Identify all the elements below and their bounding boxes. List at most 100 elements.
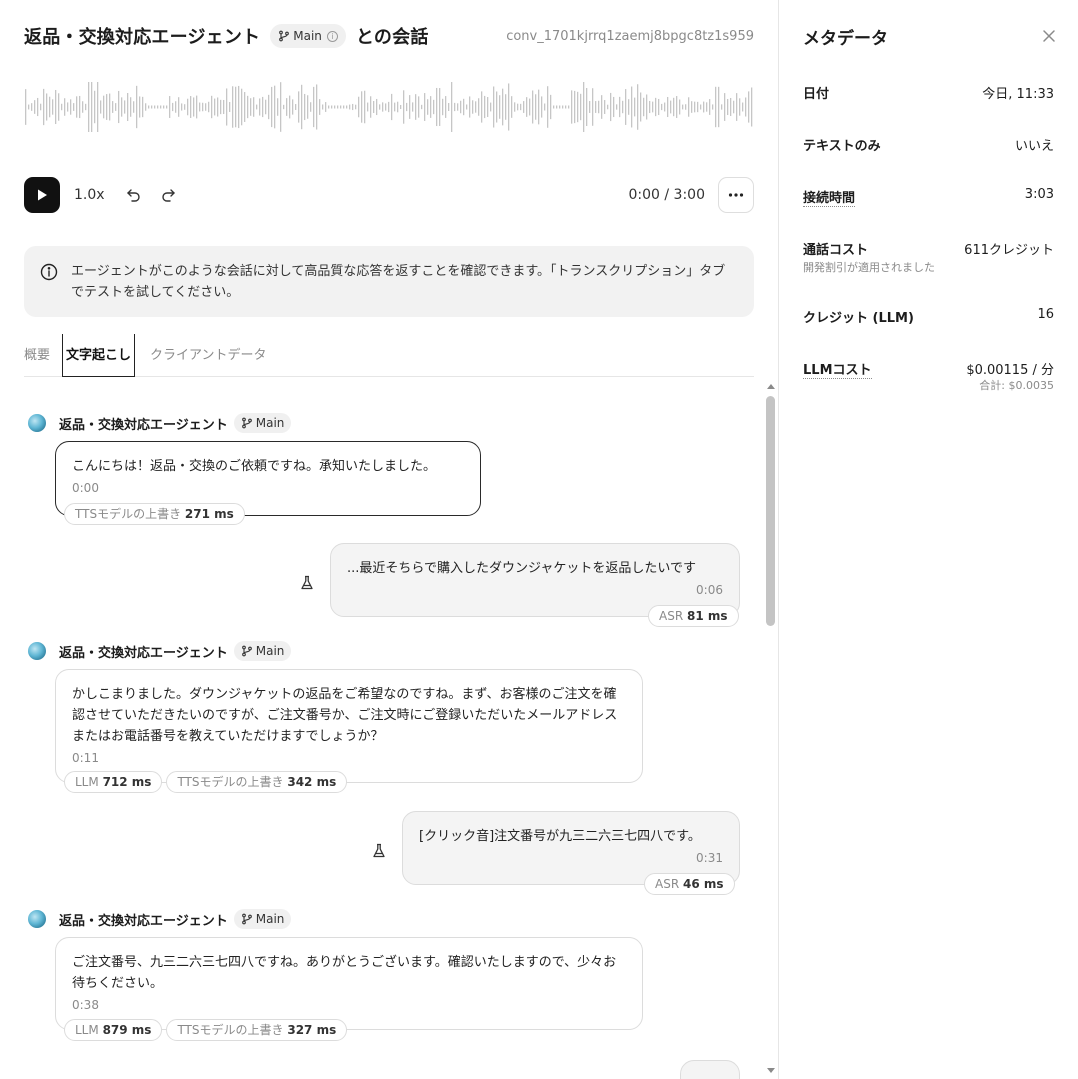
playback-speed[interactable]: 1.0x: [74, 187, 105, 203]
waveform-bar: [220, 99, 222, 115]
waveform-bar: [136, 85, 138, 129]
message-metrics: LLM 879 ms TTSモデルの上書き 327 ms: [64, 1019, 348, 1041]
waveform-bar: [643, 97, 645, 117]
waveform-bar: [538, 89, 540, 125]
avatar: [28, 414, 46, 432]
message-timestamp[interactable]: 0:31: [419, 851, 723, 865]
agent-message-bubble[interactable]: かしこまりました。ダウンジャケットの返品をご希望なのですね。まず、お客様のご注文…: [55, 669, 643, 783]
waveform-bar: [355, 104, 357, 110]
waveform-bar: [367, 102, 369, 112]
waveform-bar: [190, 96, 192, 118]
waveform-bar: [232, 86, 234, 128]
more-options-button[interactable]: [718, 177, 754, 213]
waveform-bar: [469, 96, 471, 118]
waveform-bar: [742, 102, 744, 112]
waveform-bar: [628, 99, 630, 115]
agent-header: 返品・交換対応エージェント Main: [28, 641, 301, 661]
waveform-bar: [406, 102, 408, 112]
waveform-bar: [82, 101, 84, 113]
waveform-bar: [64, 98, 66, 116]
waveform-bar: [283, 104, 285, 110]
waveform-bar: [262, 96, 264, 118]
waveform-bar: [37, 97, 39, 117]
tab-transcript[interactable]: 文字起こし: [62, 334, 136, 377]
tab-client-data[interactable]: クライアントデータ: [150, 334, 266, 377]
waveform-bar: [556, 105, 558, 109]
waveform-bar: [106, 94, 108, 120]
meta-value: 16: [1037, 307, 1054, 322]
meta-label[interactable]: LLMコスト: [803, 359, 872, 379]
waveform-bar: [142, 96, 144, 118]
scrollbar-thumb[interactable]: [766, 396, 775, 626]
scroll-down-icon[interactable]: [766, 1066, 776, 1076]
scroll-up-icon[interactable]: [766, 381, 776, 391]
meta-label[interactable]: 接続時間: [803, 187, 856, 207]
branch-badge[interactable]: Main i: [270, 24, 346, 48]
message-text: かしこまりました。ダウンジャケットの返品をご希望なのですね。まず、お客様のご注文…: [72, 687, 618, 744]
play-button[interactable]: [24, 177, 60, 213]
metric-chip: TTSモデルの上書き 327 ms: [166, 1019, 348, 1041]
message-timestamp[interactable]: 0:11: [72, 751, 626, 765]
waveform-bar: [676, 96, 678, 118]
waveform-bar: [85, 103, 87, 111]
close-icon[interactable]: [1041, 28, 1057, 44]
message-timestamp[interactable]: 0:00: [72, 481, 464, 495]
waveform-bar: [292, 99, 294, 115]
waveform-bar: [613, 96, 615, 118]
waveform-bar: [166, 105, 168, 109]
metadata-title: メタデータ: [803, 29, 888, 49]
tab-overview[interactable]: 概要: [24, 334, 50, 377]
waveform-bar: [175, 101, 177, 113]
waveform-bar: [598, 100, 600, 114]
metric-chip: LLM 712 ms: [64, 771, 163, 793]
message-text: ...最近そちらで購入したダウンジャケットを返品したいです: [347, 561, 696, 576]
meta-value: いいえ: [1014, 139, 1054, 154]
waveform-bar: [535, 94, 537, 120]
waveform-bar: [127, 93, 129, 121]
more-horizontal-icon: [728, 193, 744, 197]
user-message-bubble[interactable]: [680, 1060, 740, 1079]
branch-badge[interactable]: Main: [233, 641, 292, 661]
branch-badge[interactable]: Main: [233, 413, 292, 433]
playback-time: 0:00 / 3:00: [628, 187, 706, 203]
waveform-bar: [193, 97, 195, 117]
waveform-bar: [151, 105, 153, 109]
waveform-bar: [508, 83, 510, 131]
waveform-bar: [223, 99, 225, 115]
branch-badge[interactable]: Main: [233, 909, 292, 929]
waveform-bar: [100, 100, 102, 114]
agent-message-bubble[interactable]: ご注文番号、九三二六三七四八ですね。ありがとうございます。確認いたしますので、少…: [55, 937, 643, 1030]
waveform-bar: [745, 97, 747, 117]
message-timestamp[interactable]: 0:38: [72, 998, 626, 1012]
message-timestamp[interactable]: 0:06: [347, 583, 723, 597]
waveform-bar: [34, 100, 36, 114]
waveform-bar: [385, 103, 387, 111]
waveform-bar: [670, 100, 672, 114]
waveform-bar: [442, 98, 444, 116]
waveform-bar: [382, 102, 384, 112]
forward-button[interactable]: [159, 186, 177, 204]
branch-label: Main: [293, 29, 322, 43]
waveform-bar: [370, 96, 372, 118]
waveform-bar: [253, 97, 255, 117]
waveform-bar: [391, 93, 393, 121]
audio-waveform[interactable]: [24, 82, 754, 132]
waveform-bar: [157, 105, 159, 109]
meta-value: 3:03: [1024, 187, 1054, 202]
waveform-bar: [436, 87, 438, 127]
waveform-bar: [646, 94, 648, 120]
waveform-bar: [589, 101, 591, 113]
rewind-button[interactable]: [125, 186, 143, 204]
waveform-bar: [229, 102, 231, 112]
meta-label: テキストのみ: [803, 139, 881, 154]
conversation-id[interactable]: conv_1701kjrrq1zaemj8bpgc8tz1s959: [506, 29, 754, 44]
waveform-bar: [577, 91, 579, 123]
waveform-bar: [409, 95, 411, 119]
waveform-bar: [235, 86, 237, 128]
waveform-bar: [595, 101, 597, 113]
waveform-bar: [559, 105, 561, 109]
notice-text: エージェントがこのような会話に対して高品質な応答を返すことを確認できます。「トラ…: [71, 264, 726, 300]
waveform-bar: [148, 105, 150, 109]
waveform-bar: [748, 91, 750, 123]
waveform-bar: [649, 100, 651, 114]
